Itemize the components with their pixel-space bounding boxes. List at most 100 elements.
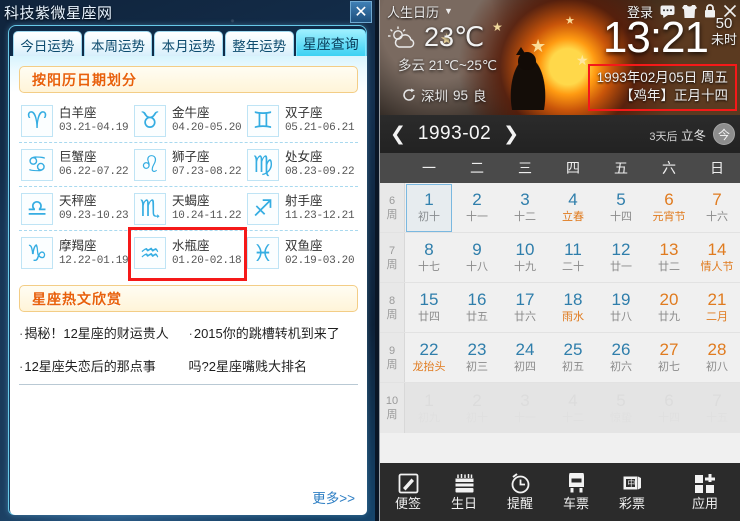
lottery-icon: 中 xyxy=(622,473,643,494)
sign-item-libra[interactable]: ♎ 天秤座 09.23-10.23 xyxy=(19,188,132,230)
day-lunar: 十一 xyxy=(514,411,536,424)
sign-date: 10.24-11.22 xyxy=(171,210,242,222)
day-cell[interactable]: 18 雨水 xyxy=(549,283,597,332)
day-cell[interactable]: 2 初十 xyxy=(453,383,501,433)
sign-item-aquarius[interactable]: ♒ 水瓶座 01.20-02.18 xyxy=(127,227,247,281)
alarm-clock-icon-svg xyxy=(511,473,529,494)
toolbar-item-note[interactable]: 便签 xyxy=(380,463,436,521)
zodiac-tabs: 今日运势 本周运势 本月运势 整年运势 星座查询 xyxy=(9,26,368,57)
next-month-button[interactable]: ❯ xyxy=(497,123,525,145)
refresh-icon-svg xyxy=(403,88,415,101)
toolbar-item-reminder[interactable]: 提醒 xyxy=(492,463,548,521)
weather-city-aqi[interactable]: 深圳 95 良 xyxy=(402,85,497,105)
sign-item-gemini[interactable]: ♊ 双子座 05.21-06.21 xyxy=(245,100,358,142)
tab-week-fortune[interactable]: 本周运势 xyxy=(83,31,153,57)
sign-item-aries[interactable]: ♈ 白羊座 03.21-04.19 xyxy=(19,100,132,142)
sign-item-scorpio[interactable]: ♏ 天蝎座 10.24-11.22 xyxy=(132,188,245,230)
week-number: 8 周 xyxy=(380,283,405,332)
article-link[interactable]: ·2015你的跳槽转机到来了 xyxy=(189,323,359,342)
day-cell[interactable]: 11 二十 xyxy=(549,233,597,282)
day-cell[interactable]: 22 龙抬头 xyxy=(405,333,453,382)
selected-date-lunar: 【鸡年】正月十四 xyxy=(620,88,728,103)
day-cell[interactable]: 5 惊蛰 xyxy=(597,383,645,433)
sign-name: 狮子座 xyxy=(171,150,210,164)
day-cell[interactable]: 17 廿六 xyxy=(501,283,549,332)
calendar-bottom-toolbar: 便签 生日 提醒 车票 中 彩票 应用 xyxy=(380,463,740,521)
article-title: 揭秘！12星座的财运贵人 xyxy=(24,326,169,341)
day-cell[interactable]: 26 初六 xyxy=(597,333,645,382)
day-cell[interactable]: 8 十七 xyxy=(405,233,453,282)
day-cell[interactable]: 27 初七 xyxy=(645,333,693,382)
day-lunar: 廿一 xyxy=(610,261,632,273)
day-cell[interactable]: 4 立春 xyxy=(549,183,597,232)
day-cell[interactable]: 28 初八 xyxy=(693,333,740,382)
day-cell[interactable]: 6 十四 xyxy=(645,383,693,433)
day-cell[interactable]: 10 十九 xyxy=(501,233,549,282)
day-cell[interactable]: 4 十二 xyxy=(549,383,597,433)
prev-month-button[interactable]: ❮ xyxy=(384,123,412,145)
tab-sign-lookup[interactable]: 星座查询 xyxy=(295,29,366,57)
day-cell[interactable]: 7 十五 xyxy=(693,383,740,433)
tab-today-fortune[interactable]: 今日运势 xyxy=(13,31,82,57)
day-cell[interactable]: 19 廿八 xyxy=(597,283,645,332)
day-lunar: 廿五 xyxy=(466,311,488,323)
week-number-suffix: 周 xyxy=(386,358,398,371)
day-cell[interactable]: 2 十一 xyxy=(453,183,501,232)
day-cell[interactable]: 1 初九 xyxy=(405,383,453,433)
term-days: 3天后 xyxy=(649,130,678,143)
tab-year-fortune[interactable]: 整年运势 xyxy=(224,31,294,57)
close-icon[interactable]: ✕ xyxy=(350,1,372,23)
day-cell[interactable]: 25 初五 xyxy=(549,333,597,382)
article-link[interactable]: ·揭秘！12星座的财运贵人 xyxy=(19,323,189,342)
toolbar-item-birthday[interactable]: 生日 xyxy=(436,463,492,521)
today-button[interactable]: 今 xyxy=(713,123,735,145)
day-cell[interactable]: 12 廿一 xyxy=(597,233,645,282)
apps-button[interactable]: 应用 xyxy=(677,463,733,521)
day-cell[interactable]: 16 廿五 xyxy=(453,283,501,332)
day-cell-selected[interactable]: 5 十四 xyxy=(597,183,645,232)
sign-item-sagittarius[interactable]: ♐ 射手座 11.23-12.21 xyxy=(245,188,358,230)
tab-month-fortune[interactable]: 本月运势 xyxy=(154,31,223,57)
lottery-icon-svg: 中 xyxy=(623,476,641,490)
weekday-tue: 二 xyxy=(470,160,484,176)
article-title: 12星座失恋后的那点事 xyxy=(24,359,156,374)
calendar-week-row: 7 周 8 十七 9 十八 10 十九 11 二十 12 廿一 13 廿二 14… xyxy=(380,233,740,283)
clock-time: 13:21 xyxy=(602,13,709,62)
sign-date: 11.23-12.21 xyxy=(284,210,355,222)
day-cell[interactable]: 7 十六 xyxy=(693,183,740,232)
solar-division-header: 按阳历日期划分 xyxy=(19,66,358,93)
week-number: 9 周 xyxy=(380,333,405,382)
day-cell[interactable]: 3 十二 xyxy=(501,183,549,232)
day-cell[interactable]: 15 廿四 xyxy=(405,283,453,332)
current-month-label[interactable]: 1993-02 xyxy=(418,123,491,145)
day-cell[interactable]: 24 初四 xyxy=(501,333,549,382)
weather-block[interactable]: 23℃ 多云 21℃~25℃ 深圳 95 良 xyxy=(386,22,497,105)
sign-item-cancer[interactable]: ♋ 巨蟹座 06.22-07.22 xyxy=(19,144,132,186)
day-cell[interactable]: 20 廿九 xyxy=(645,283,693,332)
day-cell[interactable]: 1 初十 xyxy=(405,183,453,232)
sign-item-pisces[interactable]: ♓ 双鱼座 02.19-03.20 xyxy=(245,232,358,274)
day-cell[interactable]: 6 元宵节 xyxy=(645,183,693,232)
sign-item-taurus[interactable]: ♉ 金牛座 04.20-05.20 xyxy=(132,100,245,142)
day-cell[interactable]: 14 情人节 xyxy=(693,233,740,282)
more-link[interactable]: 更多>> xyxy=(312,487,355,507)
article-link[interactable]: 吗?2星座嘴贱大排名 xyxy=(189,356,359,375)
toolbar-item-train-ticket[interactable]: 车票 xyxy=(548,463,604,521)
day-cell[interactable]: 23 初三 xyxy=(453,333,501,382)
calendar-hero-banner: ★ ★ ★ ★ ★ ★ 人生日历 ▼ 登录 xyxy=(380,0,740,115)
toolbar-item-lottery[interactable]: 中 彩票 xyxy=(604,463,660,521)
sign-item-virgo[interactable]: ♍ 处女座 08.23-09.22 xyxy=(245,144,358,186)
day-cell[interactable]: 3 十一 xyxy=(501,383,549,433)
refresh-icon[interactable] xyxy=(402,88,416,102)
chevron-down-icon[interactable]: ▼ xyxy=(444,6,453,16)
toolbar-item-label: 生日 xyxy=(450,496,477,511)
day-cell[interactable]: 13 廿二 xyxy=(645,233,693,282)
day-cell[interactable]: 9 十八 xyxy=(453,233,501,282)
sign-item-capricorn[interactable]: ♑ 摩羯座 12.22-01.19 xyxy=(19,232,132,274)
weekday-fri: 五 xyxy=(614,160,628,176)
day-cell[interactable]: 21 二月 xyxy=(693,283,740,332)
article-link[interactable]: ·12星座失恋后的那点事 xyxy=(19,356,189,375)
sagittarius-icon: ♐ xyxy=(246,192,279,225)
sign-item-leo[interactable]: ♌ 狮子座 07.23-08.22 xyxy=(132,144,245,186)
day-number: 12 xyxy=(611,240,631,259)
